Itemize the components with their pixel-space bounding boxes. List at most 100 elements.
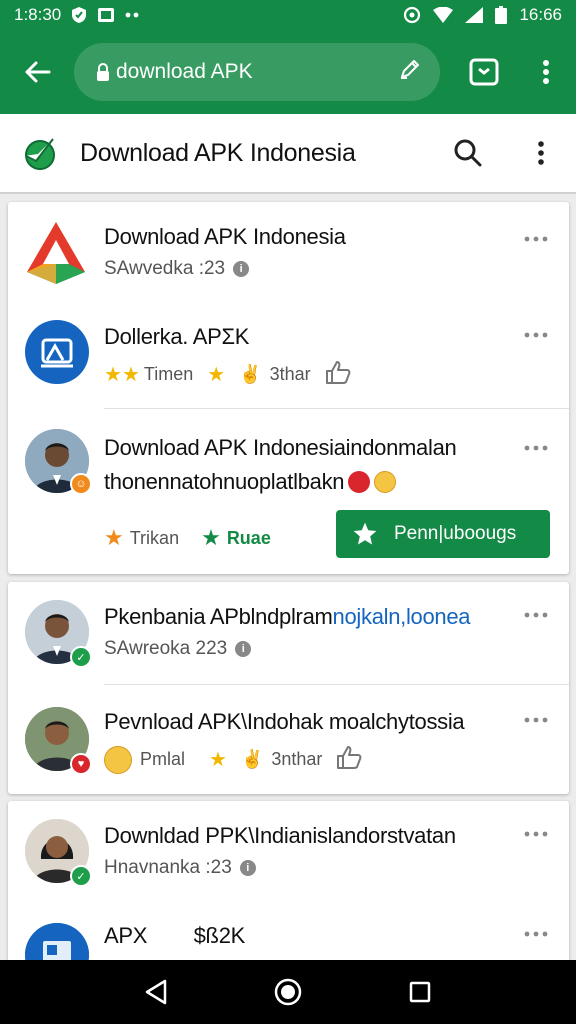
- more-options-button[interactable]: [521, 437, 551, 459]
- app-icon: [25, 220, 87, 286]
- item-title-text: Pkenbania APblndplram: [104, 604, 333, 629]
- status-bar: 1:8:30 16:66: [0, 0, 576, 30]
- verified-badge-icon: ✓: [70, 646, 92, 668]
- thumb-up-icon[interactable]: [325, 360, 351, 389]
- url-text: download APK: [116, 60, 253, 83]
- meta-label: Timen: [143, 364, 194, 384]
- more-options-button[interactable]: [521, 228, 551, 250]
- more-horiz-icon: [524, 831, 548, 837]
- action-button-label: Penn|uboougs: [394, 523, 517, 544]
- meta-count: 3nthar: [271, 749, 323, 769]
- clock-right: 16:66: [519, 5, 562, 24]
- browser-toolbar: download APK: [0, 30, 576, 114]
- star-icon: ★: [207, 364, 226, 386]
- meta-count: 3thar: [269, 364, 311, 384]
- list-item[interactable]: ✓ Downldad PPK\Indianislandorstvatan Hna…: [8, 801, 569, 905]
- tab-switcher-button[interactable]: [444, 30, 524, 114]
- star-icon: ★: [209, 749, 227, 771]
- item-title: Download APK Indonesia: [104, 224, 346, 249]
- more-horiz-icon: [524, 236, 548, 242]
- battery-icon: [495, 6, 508, 24]
- meta-label: Pmlal: [140, 749, 186, 769]
- more-horiz-icon: [524, 612, 548, 618]
- thumb-icon: ✌: [240, 749, 264, 769]
- app-logo-icon: [0, 134, 80, 172]
- list-item[interactable]: Download APK Indonesia SAwvedka :23 i: [8, 202, 569, 304]
- nav-back-button[interactable]: [126, 962, 186, 1022]
- lock-icon: [96, 63, 110, 81]
- meta-label: Trikan: [129, 527, 180, 548]
- tab-switcher-icon: [469, 58, 499, 86]
- item-date: SAwreoka 223: [104, 638, 228, 659]
- nav-recents-button[interactable]: [390, 962, 450, 1022]
- results-card: ✓ Pkenbania APblndplramnojkaln,loonea SA…: [8, 582, 569, 794]
- results-card: Download APK Indonesia SAwvedka :23 i Do…: [8, 202, 569, 574]
- star-icon: ★: [104, 364, 122, 386]
- item-title-link[interactable]: nojkaln,loonea: [333, 604, 471, 629]
- thumb-icon: ✌: [239, 364, 262, 384]
- heart-badge-icon: ♥: [70, 753, 92, 775]
- system-nav-bar: [0, 960, 576, 1024]
- info-icon: i: [239, 860, 256, 876]
- search-icon: [454, 139, 482, 167]
- more-notifications-icon: [125, 12, 139, 18]
- item-subtitle: SAwvedka :23 i: [104, 258, 250, 280]
- browser-menu-button[interactable]: [524, 30, 568, 114]
- more-options-button[interactable]: [521, 923, 551, 945]
- edit-pen-icon[interactable]: [398, 57, 422, 87]
- item-meta: ★ Trikan ★ Ruae: [104, 525, 271, 551]
- action-button[interactable]: Penn|uboougs: [336, 510, 550, 558]
- verified-badge-icon: ✓: [70, 865, 92, 887]
- smiling-face-emoji-icon: [374, 471, 397, 493]
- more-vert-icon: [538, 141, 544, 165]
- results-card: ✓ Downldad PPK\Indianislandorstvatan Hna…: [8, 801, 569, 987]
- star-icon: ★: [121, 364, 140, 386]
- heart-face-emoji-icon: [348, 471, 371, 493]
- more-options-button[interactable]: [521, 324, 551, 346]
- item-subtitle: SAwreoka 223 i: [104, 638, 252, 660]
- list-item[interactable]: Dollerka. APΣK ★ ★ Timen ★ ✌ 3thar: [8, 304, 569, 408]
- square-recents-icon: [409, 981, 431, 1003]
- app-header: Download APK Indonesia: [0, 114, 576, 194]
- item-meta: Pmlal ★ ✌ 3nthar: [104, 745, 362, 774]
- home-circle-icon: [274, 978, 302, 1006]
- more-options-button[interactable]: [521, 604, 551, 626]
- more-horiz-icon: [524, 931, 548, 937]
- address-bar[interactable]: download APK: [74, 43, 440, 101]
- item-title: Downldad PPK\Indianislandorstvatan: [104, 823, 456, 848]
- more-options-button[interactable]: [521, 823, 551, 845]
- item-title-line1: Download APK Indonesiaindonmalan: [104, 435, 457, 460]
- nav-home-button[interactable]: [258, 962, 318, 1022]
- item-subtitle: Hnavnanka :23 i: [104, 857, 256, 879]
- list-item[interactable]: ✓ Pkenbania APblndplramnojkaln,loonea SA…: [8, 582, 569, 684]
- back-button[interactable]: [0, 30, 74, 114]
- item-date: SAwvedka :23: [104, 258, 226, 279]
- star-icon: ★: [104, 525, 124, 550]
- search-button[interactable]: [430, 113, 506, 193]
- arrow-back-icon: [25, 61, 51, 83]
- clock-left: 1:8:30: [14, 5, 62, 24]
- image-notification-icon: [97, 7, 115, 23]
- meta-label-green: Ruae: [226, 527, 271, 548]
- more-vert-icon: [543, 60, 549, 84]
- item-title: Pkenbania APblndplramnojkaln,loonea: [104, 604, 471, 630]
- list-item[interactable]: ♥ Pevnload APK\Indohak moalchytossia Pml…: [8, 685, 569, 794]
- info-icon: i: [235, 641, 252, 657]
- thumb-up-icon[interactable]: [336, 745, 362, 774]
- app-menu-button[interactable]: [506, 113, 576, 193]
- more-options-button[interactable]: [521, 709, 551, 731]
- item-title-line2-row: thonennatohnuoplatlbakn: [104, 469, 397, 495]
- star-icon: [353, 522, 377, 545]
- heart-eyes-emoji-icon: [104, 745, 132, 774]
- cell-signal-icon: [465, 7, 484, 23]
- page-title: Download APK Indonesia: [80, 138, 356, 167]
- item-title: Pevnload APK\Indohak moalchytossia: [104, 709, 465, 734]
- emoji-badge-icon: ☺: [70, 473, 92, 495]
- more-horiz-icon: [524, 445, 548, 451]
- triangle-back-icon: [145, 979, 167, 1005]
- sync-icon: [403, 6, 421, 24]
- item-title: Dollerka. APΣK: [104, 324, 250, 349]
- shield-notification-icon: [71, 6, 87, 24]
- more-horiz-icon: [524, 332, 548, 338]
- list-item[interactable]: ☺ Download APK Indonesiaindonmalan thone…: [8, 409, 569, 574]
